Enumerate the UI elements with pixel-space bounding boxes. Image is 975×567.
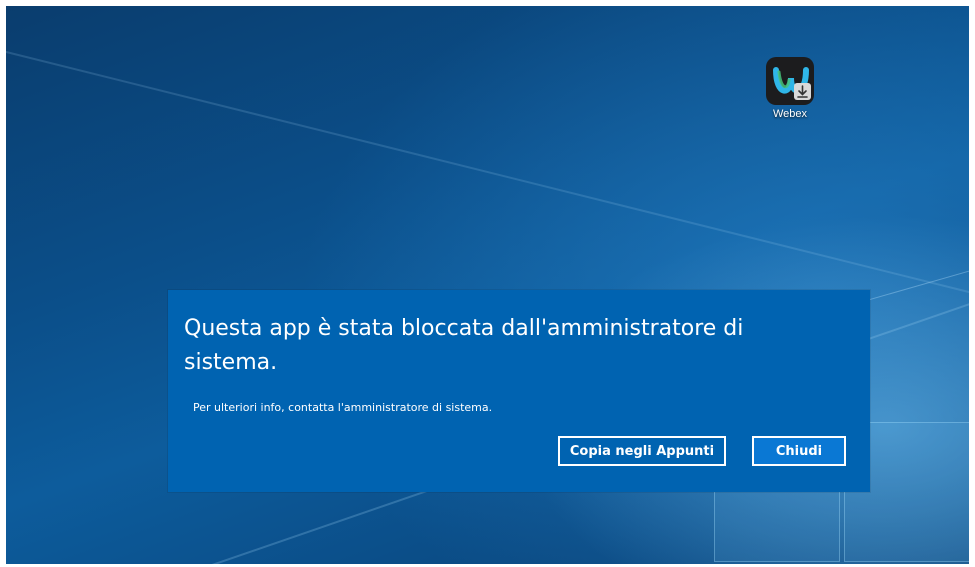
desktop-icon-label: Webex <box>772 108 808 120</box>
app-blocked-dialog: Questa app è stata bloccata dall'amminis… <box>168 290 870 492</box>
desktop-icon-webex[interactable]: Webex <box>758 56 822 120</box>
dialog-title: Questa app è stata bloccata dall'amminis… <box>184 316 744 375</box>
webex-app-icon <box>766 57 814 105</box>
dialog-message: Per ulteriori info, contatta l'amministr… <box>193 401 493 414</box>
desktop: Webex Questa app è stata bloccata dall'a… <box>6 6 969 564</box>
copy-to-clipboard-button[interactable]: Copia negli Appunti <box>558 436 726 466</box>
close-button[interactable]: Chiudi <box>752 436 846 466</box>
